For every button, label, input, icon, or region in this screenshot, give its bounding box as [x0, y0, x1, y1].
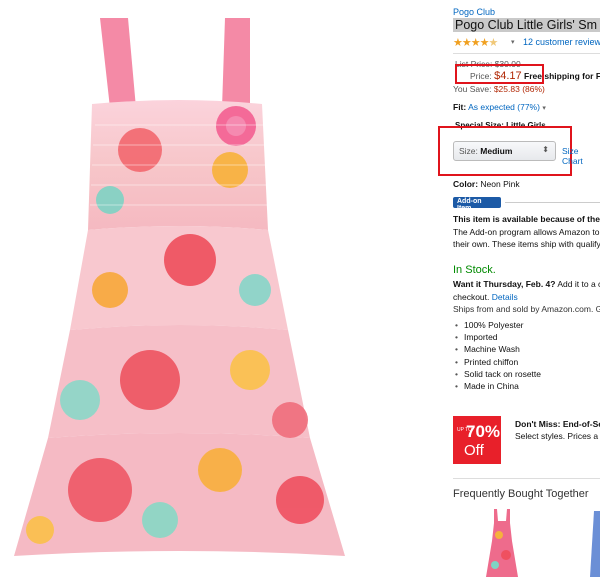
list-item: Imported	[455, 332, 541, 344]
fit-row[interactable]: Fit: As expected (77%) ▾	[453, 102, 546, 112]
promo-off: Off	[464, 442, 484, 459]
in-stock-status: In Stock.	[453, 264, 496, 276]
list-item: Machine Wash	[455, 344, 541, 356]
feature-bullets: 100% Polyester Imported Machine Wash Pri…	[455, 320, 541, 393]
ships-from: Ships from and sold by Amazon.com. G	[453, 304, 600, 314]
promo-percent: 70%	[466, 422, 501, 441]
checkout-row: checkout. Details	[453, 292, 518, 302]
star-half: ★	[488, 37, 498, 49]
chevron-down-icon[interactable]: ▾	[542, 105, 546, 112]
divider	[505, 202, 600, 203]
price-highlight-box	[455, 64, 544, 84]
delivery-date: Want it Thursday, Feb. 4?	[453, 279, 556, 289]
save-value: $25.83 (86%)	[493, 84, 545, 94]
list-item: 100% Polyester	[455, 320, 541, 332]
star-rating[interactable]: ★★★★★	[453, 36, 498, 49]
product-image[interactable]	[0, 0, 445, 584]
promo-heading[interactable]: Don't Miss: End-of-Se	[515, 419, 600, 429]
checkout-text: checkout.	[453, 292, 490, 302]
divider	[453, 478, 600, 479]
addon-badge: Add-on Item	[453, 197, 501, 212]
delivery-text: Add it to a c	[557, 279, 600, 289]
save-label: You Save:	[453, 84, 492, 94]
list-item: Printed chiffon	[455, 357, 541, 369]
size-highlight-box	[438, 126, 572, 176]
color-value: Neon Pink	[480, 179, 520, 189]
addon-heading: This item is available because of the	[453, 214, 600, 224]
brand-link[interactable]: Pogo Club	[453, 7, 495, 17]
list-item: Made in China	[455, 381, 541, 393]
fit-value[interactable]: As expected (77%)	[468, 102, 540, 112]
promo-image[interactable]: UP TO 70% Off	[453, 416, 501, 464]
size-chart-link[interactable]: Size Chart	[562, 146, 600, 166]
color-row: Color: Neon Pink	[453, 179, 520, 189]
addon-text: The Add-on program allows Amazon to	[453, 227, 600, 237]
divider	[453, 53, 600, 54]
promo-text: Select styles. Prices a	[515, 431, 599, 441]
fbt-thumbnail[interactable]	[482, 507, 522, 582]
product-title: Pogo Club Little Girls' Sm	[453, 18, 600, 32]
reviews-link[interactable]: 12 customer reviews	[523, 37, 600, 47]
fbt-thumbnail[interactable]	[588, 507, 600, 582]
you-save: You Save: $25.83 (86%)	[453, 84, 545, 94]
stars-full: ★★★★	[453, 37, 489, 49]
details-link[interactable]: Details	[492, 292, 518, 302]
delivery-estimate: Want it Thursday, Feb. 4? Add it to a c	[453, 279, 600, 289]
chevron-down-icon[interactable]: ▾	[511, 38, 515, 46]
shipping-label: shipping for F	[544, 71, 600, 81]
frequently-bought-heading: Frequently Bought Together	[453, 488, 589, 500]
color-label: Color:	[453, 179, 479, 189]
fit-label: Fit:	[453, 102, 467, 112]
list-item: Solid tack on rosette	[455, 369, 541, 381]
addon-text: their own. These items ship with qualify	[453, 239, 600, 249]
